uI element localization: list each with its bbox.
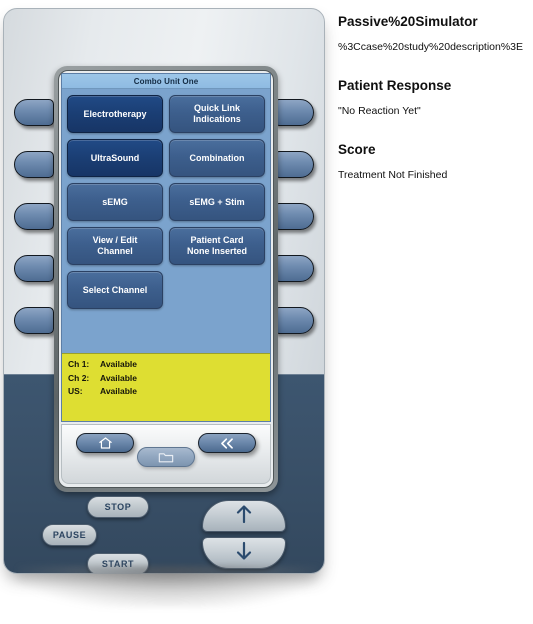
down-arrow-icon: [235, 541, 253, 566]
decrease-button[interactable]: [202, 537, 286, 569]
status-value-ch1: Available: [100, 359, 138, 369]
side-button-left-3[interactable]: [14, 203, 54, 230]
screen-nav-bar: [61, 424, 271, 484]
status-key-ch1: Ch 1:: [68, 359, 90, 369]
side-button-right-1[interactable]: [274, 99, 314, 126]
up-arrow-icon: [235, 504, 253, 529]
lcd-display: Combo Unit One Electrotherapy Quick Link…: [61, 73, 271, 422]
side-button-left-2[interactable]: [14, 151, 54, 178]
back-button[interactable]: [198, 433, 256, 453]
menu-button-combination[interactable]: Combination: [169, 139, 265, 177]
menu-button-ultrasound[interactable]: UltraSound: [67, 139, 163, 177]
status-row: Ch 2: Available: [68, 372, 264, 386]
screen-inner: Combo Unit One Electrotherapy Quick Link…: [58, 70, 274, 488]
menu-button-quick-link[interactable]: Quick Link Indications: [169, 95, 265, 133]
simulator-device: Combo Unit One Electrotherapy Quick Link…: [3, 8, 325, 574]
channel-status-panel: Ch 1: Available Ch 2: Available US: Avai…: [62, 353, 270, 421]
menu-button-patient-card[interactable]: Patient Card None Inserted: [169, 227, 265, 265]
device-drop-shadow: [18, 566, 318, 608]
status-key-ch2: Ch 2:: [68, 372, 90, 383]
screen-bezel: Combo Unit One Electrotherapy Quick Link…: [54, 66, 278, 492]
folder-button[interactable]: [137, 447, 195, 467]
folder-icon: [158, 451, 174, 464]
status-row: US: Available: [68, 385, 264, 399]
side-button-right-4[interactable]: [274, 255, 314, 282]
status-key-us: US:: [68, 386, 83, 396]
pause-button[interactable]: PAUSE: [42, 524, 97, 546]
status-row: Ch 1: Available: [68, 358, 264, 372]
home-button[interactable]: [76, 433, 134, 453]
stop-button[interactable]: STOP: [87, 496, 149, 518]
status-value-ch2: Available: [100, 372, 138, 383]
side-button-right-5[interactable]: [274, 307, 314, 334]
home-icon: [98, 436, 113, 450]
menu-button-empty-slot: [169, 271, 265, 309]
screen-title: Combo Unit One: [62, 74, 270, 89]
side-button-right-2[interactable]: [274, 151, 314, 178]
increase-button[interactable]: [202, 500, 286, 532]
double-chevron-left-icon: [218, 437, 236, 450]
menu-button-view-edit-channel[interactable]: View / Edit Channel: [67, 227, 163, 265]
menu-button-semg[interactable]: sEMG: [67, 183, 163, 221]
score-heading: Score: [338, 142, 376, 157]
status-value-us: Available: [100, 386, 138, 396]
menu-button-grid: Electrotherapy Quick Link Indications Ult…: [62, 89, 270, 309]
info-panel: Passive%20Simulator %3Ccase%20study%20de…: [338, 14, 528, 182]
side-button-left-4[interactable]: [14, 255, 54, 282]
side-button-left-1[interactable]: [14, 99, 54, 126]
simulator-title: Passive%20Simulator: [338, 14, 478, 29]
patient-response-heading: Patient Response: [338, 78, 452, 93]
menu-button-semg-stim[interactable]: sEMG + Stim: [169, 183, 265, 221]
side-button-left-5[interactable]: [14, 307, 54, 334]
patient-response-value: "No Reaction Yet": [338, 105, 421, 117]
case-study-description: %3Ccase%20study%20description%3E: [338, 41, 524, 53]
menu-button-electrotherapy[interactable]: Electrotherapy: [67, 95, 163, 133]
score-value: Treatment Not Finished: [338, 169, 448, 181]
side-button-right-3[interactable]: [274, 203, 314, 230]
menu-button-select-channel[interactable]: Select Channel: [67, 271, 163, 309]
